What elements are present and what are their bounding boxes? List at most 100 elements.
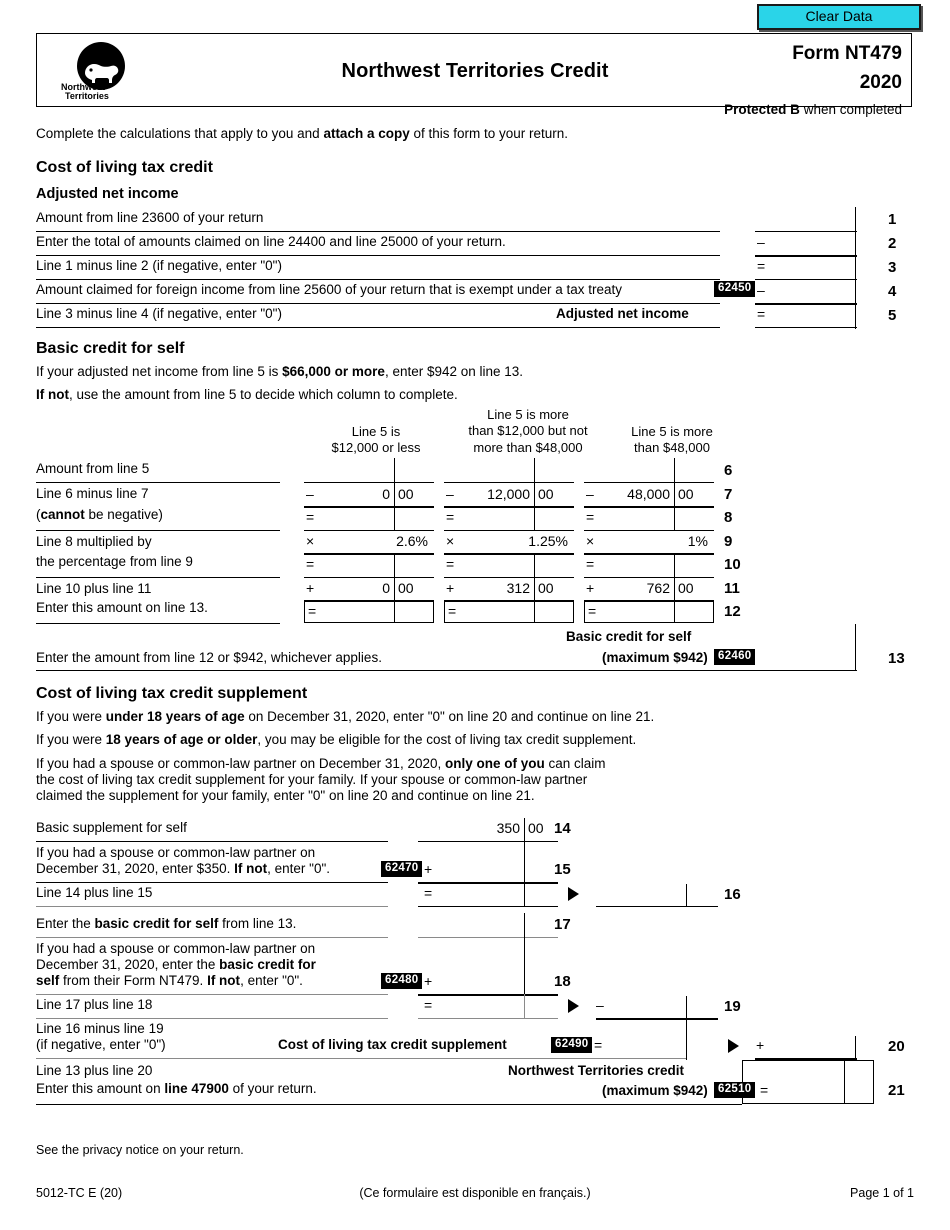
form-header: Northwest Territories Northwest Territor… xyxy=(36,33,912,117)
line-10-col3-operator: = xyxy=(586,556,595,572)
line-10-col2-cents-divider xyxy=(534,553,535,577)
line-15-amount-rule xyxy=(418,882,558,884)
line-2-cents-divider xyxy=(855,231,856,257)
line-11-col3-cents-divider xyxy=(674,578,675,600)
supplement-paragraph-3-line-3: claimed the supplement for your family, … xyxy=(36,788,535,803)
line-17-label-rule xyxy=(36,937,388,938)
sup-p1-c: on December 31, 2020, enter "0" on line … xyxy=(244,709,655,724)
sup-p2-c: , you may be eligible for the cost of li… xyxy=(257,732,637,747)
line-19-carry-arrow-icon xyxy=(568,999,579,1013)
line-9-col3-percentage: 1% xyxy=(687,533,708,549)
line-8-col2-operator: = xyxy=(446,509,455,525)
supplement-paragraph-3-line-1: If you had a spouse or common-law partne… xyxy=(36,756,606,773)
line-11-col2-cents: 00 xyxy=(538,580,554,596)
line-19-carry-operator: – xyxy=(596,997,604,1013)
l17-a: Enter the xyxy=(36,916,95,931)
line-8-col1-cents-divider xyxy=(394,506,395,530)
sup-p3-a: If you had a spouse or common-law partne… xyxy=(36,756,445,771)
line-15-text-line-1: If you had a spouse or common-law partne… xyxy=(36,845,316,860)
line-8-col2-cents-divider xyxy=(534,506,535,530)
l15-a: December 31, 2020, enter $350. xyxy=(36,861,235,876)
column-header-3-line-2: than $48,000 xyxy=(634,440,710,456)
line-16-label-rule xyxy=(36,906,388,907)
line-18-text-line-2: December 31, 2020, enter the basic credi… xyxy=(36,957,316,974)
line-7-col2-operator: – xyxy=(446,486,454,502)
line-12-col1-operator: = xyxy=(308,603,317,619)
line-8-col1-rule xyxy=(304,530,434,531)
line-19-cents-divider xyxy=(524,994,525,1018)
line-5-label-rule xyxy=(36,327,720,328)
line-15-label-rule xyxy=(36,882,388,883)
bc-intro1-a: If your adjusted net income from line 5 … xyxy=(36,364,283,379)
line-9-col1-rule xyxy=(304,553,434,555)
line-5-cents-divider xyxy=(855,303,856,329)
protected-b-rest: when completed xyxy=(799,102,902,117)
line-7-col3-cents-divider xyxy=(674,484,675,506)
line-18-text-line-1: If you had a spouse or common-law partne… xyxy=(36,941,316,956)
line-17-amount-rule xyxy=(418,937,558,938)
line-12-label-rule xyxy=(36,623,280,624)
line-12-label: Enter this amount on line 13. xyxy=(36,600,208,615)
line-9-label: Line 8 multiplied by xyxy=(36,534,152,549)
line-21-operator: = xyxy=(760,1082,769,1098)
basic-credit-intro-1: If your adjusted net income from line 5 … xyxy=(36,364,523,381)
line-19-amount-rule xyxy=(418,1018,558,1019)
line-11-col2-cents-divider xyxy=(534,578,535,600)
line-13-cents-divider xyxy=(855,624,856,670)
sup-p2-b: 18 years of age or older xyxy=(105,732,258,747)
line-11-col3-operator: + xyxy=(586,580,595,596)
line-7-col2-value: 12,000 xyxy=(487,486,530,502)
line-14-cents-divider xyxy=(524,818,525,841)
line-16-carry-arrow-icon xyxy=(568,887,579,901)
basic-credit-intro-2: If not, use the amount from line 5 to de… xyxy=(36,387,458,404)
line-11-col1-cents: 00 xyxy=(398,580,414,596)
line-7-label: Line 6 minus line 7 xyxy=(36,486,149,501)
column-header-3: Line 5 is more than $48,000 xyxy=(592,424,752,457)
line-13-label: Enter the amount from line 12 or $942, w… xyxy=(36,650,382,665)
line-20-label-rule xyxy=(36,1058,686,1059)
line-8-col2-rule xyxy=(444,530,574,531)
line-9-col3-rule xyxy=(584,553,714,555)
line-7-col3-cents: 00 xyxy=(678,486,694,502)
line-7-col1-operator: – xyxy=(306,486,314,502)
line-6-label: Amount from line 5 xyxy=(36,461,150,476)
line-20-carry-arrow-icon xyxy=(728,1039,739,1053)
line-21-cents-divider xyxy=(844,1060,845,1104)
line-1-cents-divider xyxy=(855,207,856,233)
line-8-col3-operator: = xyxy=(586,509,595,525)
line-3-operator: = xyxy=(757,258,766,274)
line-13-rule xyxy=(36,670,857,671)
line-12-col3-input[interactable] xyxy=(584,601,714,623)
line-1-number: 1 xyxy=(888,211,897,228)
column-header-2-line-3: more than $48,000 xyxy=(473,439,583,455)
line-11-number: 11 xyxy=(724,580,740,597)
line-7-col1-cents-divider xyxy=(394,484,395,506)
line-10-label: the percentage from line 9 xyxy=(36,554,193,569)
line-11-col3-value: 762 xyxy=(646,580,670,596)
line-19-number: 19 xyxy=(724,998,741,1015)
sup-p1-b: under 18 years of age xyxy=(105,709,245,724)
line-12-col2-input[interactable] xyxy=(444,601,574,623)
line-9-number: 9 xyxy=(724,533,733,550)
section-cost-of-living-tax-credit: Cost of living tax credit xyxy=(36,159,213,176)
l21-b: line 47900 xyxy=(164,1081,229,1096)
line-18-amount-rule xyxy=(418,994,558,996)
column-header-1-line-1: Line 5 is xyxy=(351,424,401,439)
l18-f: , enter "0". xyxy=(240,973,303,988)
privacy-notice: See the privacy notice on your return. xyxy=(36,1143,244,1157)
line-14-value: 350 xyxy=(496,820,520,836)
line-10-col1-rule xyxy=(304,577,434,578)
line-19-carry-rule xyxy=(596,1018,718,1020)
line-11-col3-cents: 00 xyxy=(678,580,694,596)
line-8-number: 8 xyxy=(724,509,733,526)
line-8-col1-operator: = xyxy=(306,509,315,525)
clear-data-button[interactable]: Clear Data xyxy=(757,4,921,30)
line-17-number: 17 xyxy=(554,916,571,933)
line-8-col3-rule xyxy=(584,530,714,531)
line-12-col1-input[interactable] xyxy=(304,601,434,623)
line-14-label-rule xyxy=(36,841,388,842)
intro-part1: Complete the calculations that apply to … xyxy=(36,126,324,141)
line-7-col3-value: 48,000 xyxy=(627,486,670,502)
line-7-number: 7 xyxy=(724,486,733,503)
line-10-col3-rule xyxy=(584,577,714,578)
